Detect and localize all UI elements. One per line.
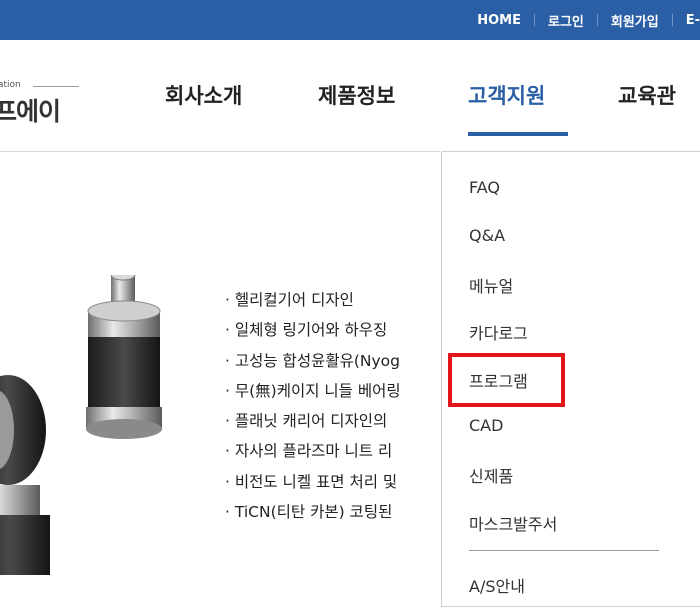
- logo-rule: [33, 86, 79, 87]
- submenu-catalog[interactable]: 카다로그: [469, 320, 528, 344]
- site-logo[interactable]: ation 프에이: [0, 78, 92, 138]
- login-link[interactable]: 로그인: [548, 11, 584, 30]
- divider: [671, 14, 673, 26]
- divider: [596, 14, 598, 26]
- feature-item: · 헬리컬기어 디자인: [225, 291, 354, 309]
- feature-item: · 자사의 플라즈마 니트 리: [225, 442, 393, 461]
- home-link[interactable]: HOME: [477, 13, 521, 28]
- submenu-manual[interactable]: 메뉴얼: [469, 273, 513, 297]
- feature-item: · 플래닛 캐리어 디자인의: [225, 412, 388, 431]
- feature-item: · 일체형 링기어와 하우징: [225, 321, 388, 340]
- nav-products[interactable]: 제품정보: [318, 80, 395, 110]
- divider: [533, 14, 535, 26]
- feature-item: · 무(無)케이지 니들 베어링: [225, 381, 401, 400]
- top-utility-bar: HOME 로그인 회원가입 E-: [0, 0, 700, 40]
- submenu-cad[interactable]: CAD: [469, 416, 503, 435]
- email-link[interactable]: E-: [686, 13, 700, 28]
- feature-item: · 고성능 합성윤활유(Nyog: [225, 351, 400, 370]
- submenu-mask-order[interactable]: 마스크발주서: [469, 511, 557, 535]
- header-divider: [0, 151, 440, 152]
- nav-education[interactable]: 교육관: [618, 80, 676, 110]
- nav-support[interactable]: 고객지원: [468, 80, 545, 110]
- submenu-qna[interactable]: Q&A: [469, 226, 505, 245]
- feature-item: · 비전도 니켈 표면 처리 및: [225, 472, 398, 491]
- submenu-faq[interactable]: FAQ: [469, 178, 500, 197]
- logo-tagline: ation: [0, 80, 21, 90]
- logo-wordmark: 프에이: [0, 97, 61, 126]
- nav-company[interactable]: 회사소개: [165, 80, 242, 110]
- submenu-as-guide[interactable]: A/S안내: [469, 573, 525, 597]
- active-nav-underline: [468, 132, 568, 136]
- utility-links: HOME 로그인 회원가입 E-: [477, 0, 700, 40]
- gearbox-image: [0, 275, 162, 575]
- submenu-divider: [469, 550, 659, 551]
- signup-link[interactable]: 회원가입: [611, 11, 659, 30]
- feature-item: · TiCN(티탄 카본) 코팅된: [225, 503, 393, 522]
- submenu-new-products[interactable]: 신제품: [469, 463, 513, 487]
- highlight-box: [448, 353, 565, 407]
- feature-list: · 헬리컬기어 디자인 · 일체형 링기어와 하우징 · 고성능 합성윤활유(N…: [225, 290, 401, 532]
